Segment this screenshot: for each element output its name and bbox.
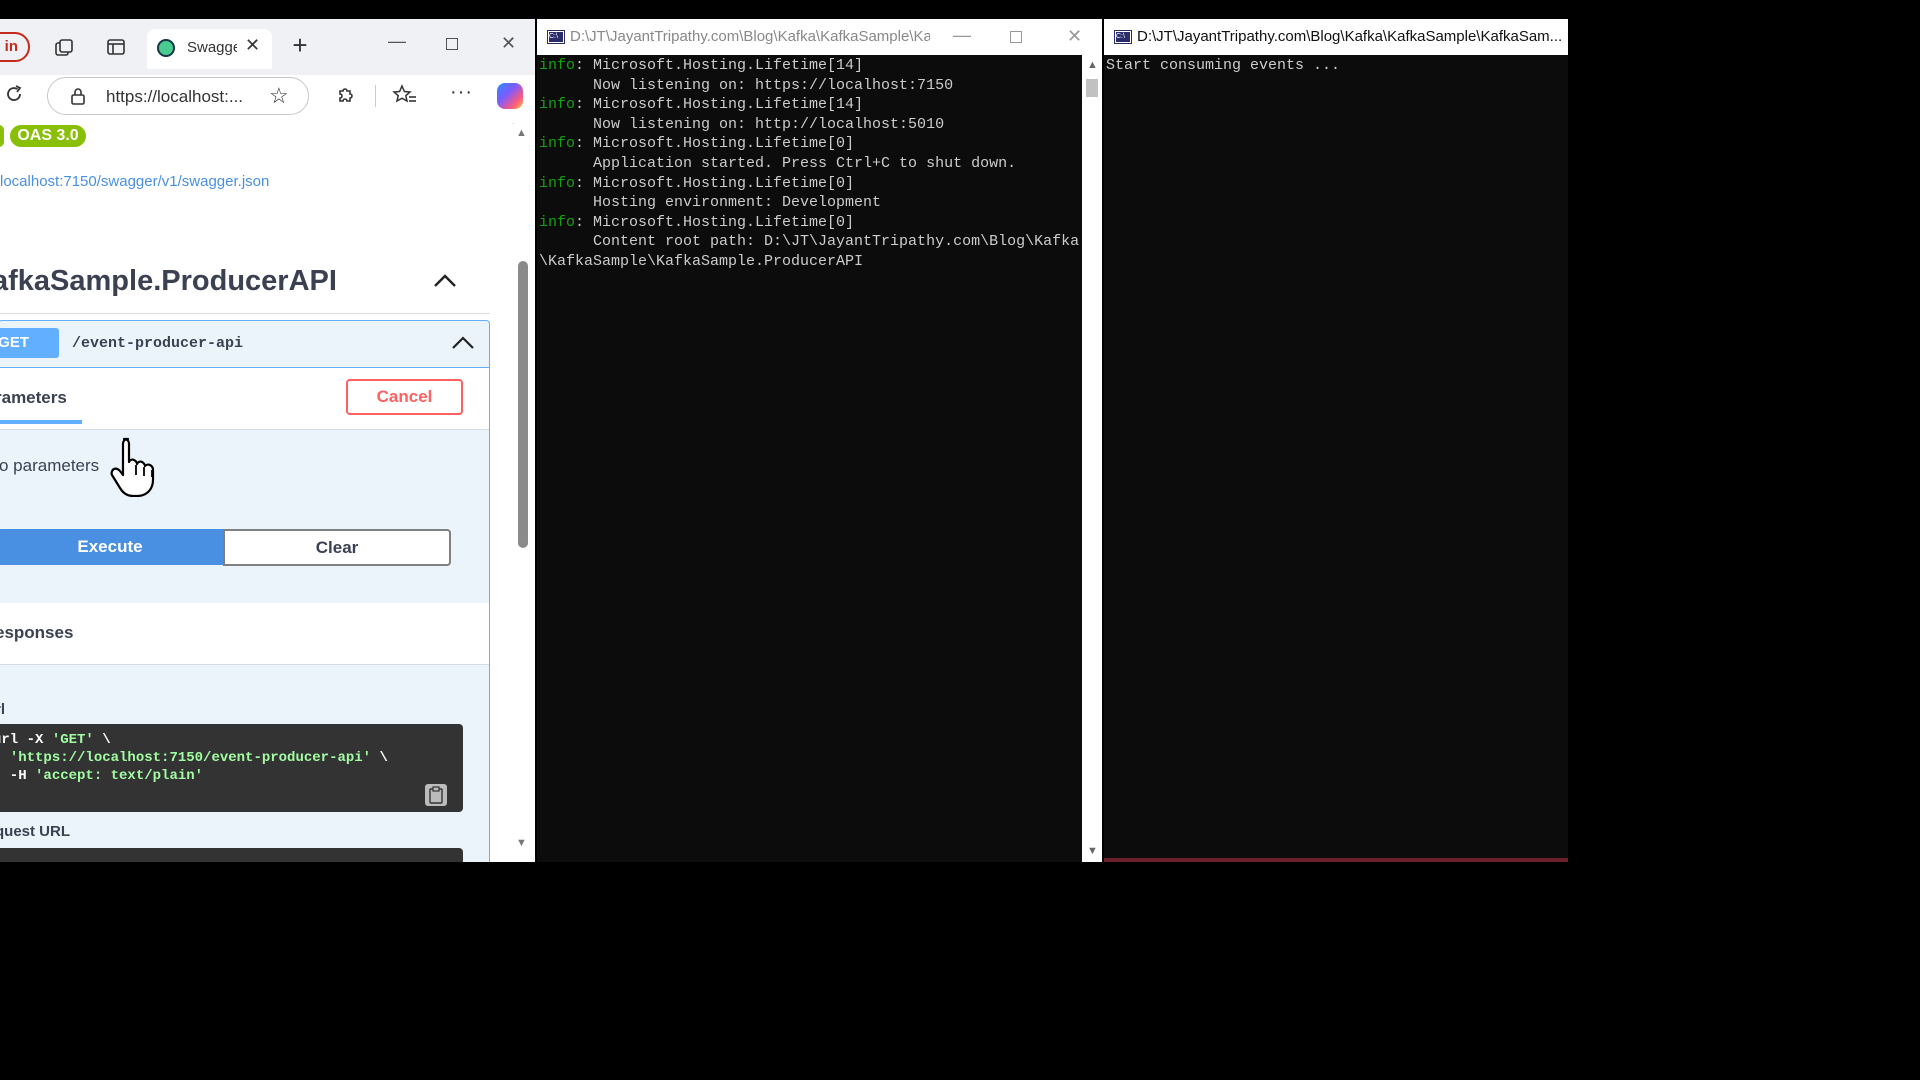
curl-line: url -X 'GET' \ — [0, 732, 111, 748]
scroll-down-icon[interactable]: ▼ — [1087, 845, 1098, 857]
scroll-up-icon[interactable]: ▲ — [1087, 59, 1098, 71]
close-window-icon[interactable]: ✕ — [501, 33, 516, 54]
tab-bar: n in Swagge ✕ + — ✕ — [0, 19, 535, 75]
no-parameters-text: o parameters — [0, 456, 100, 475]
copy-to-clipboard-icon[interactable] — [425, 784, 447, 806]
execute-button[interactable]: Execute — [0, 529, 223, 565]
close-tab-icon[interactable]: ✕ — [245, 35, 260, 56]
console-line: info: Microsoft.Hosting.Lifetime[14] — [539, 57, 864, 74]
operation-path: /event-producer-api — [72, 335, 244, 352]
tab-swagger[interactable]: Swagge ✕ — [147, 29, 272, 69]
console-line: Now listening on: http://localhost:5010 — [539, 115, 945, 133]
hand-cursor-icon — [110, 435, 166, 498]
minimize-icon[interactable]: — — [953, 25, 971, 46]
browser-window: n in Swagge ✕ + — ✕ https://localhost:..… — [0, 19, 535, 862]
sign-in-button[interactable]: n in — [0, 32, 30, 62]
swagger-ui: OAS 3.0 localhost:7150/swagger/v1/swagge… — [0, 123, 512, 862]
extensions-icon[interactable] — [334, 83, 358, 112]
api-section-title[interactable]: afkaSample.ProducerAPI — [0, 265, 337, 298]
toolbar-divider — [375, 85, 376, 107]
workspaces-icon[interactable] — [50, 37, 78, 63]
more-options-icon[interactable]: ··· — [450, 81, 473, 104]
lock-icon[interactable] — [70, 87, 86, 110]
request-url-label: quest URL — [0, 823, 70, 840]
operation-block-get: GET /event-producer-api rameters Cancel … — [0, 320, 490, 862]
console-line: Now listening on: https://localhost:7150 — [539, 76, 954, 94]
new-tab-icon[interactable]: + — [286, 32, 314, 58]
responses-title: esponses — [0, 623, 74, 642]
section-divider — [0, 313, 490, 314]
curl-line: 'https://localhost:7150/event-producer-a… — [9, 750, 388, 766]
copilot-icon[interactable] — [497, 83, 523, 109]
swagger-favicon-icon — [157, 39, 175, 57]
oas-badge: OAS 3.0 — [10, 125, 86, 147]
console-line: info: Microsoft.Hosting.Lifetime[14] — [539, 96, 864, 114]
consumer-console-window: D:\JT\JayantTripathy.com\Blog\Kafka\Kafk… — [1104, 19, 1568, 862]
curl-line: -H 'accept: text/plain' — [9, 768, 204, 784]
address-bar-row: https://localhost:... ☆ ··· — [0, 75, 535, 124]
parameters-header: rameters Cancel — [0, 368, 489, 430]
tab-actions-icon[interactable] — [102, 37, 130, 61]
console-title-bar[interactable]: D:\JT\JayantTripathy.com\Blog\Kafka\Kafk… — [537, 19, 1102, 55]
console-app-icon — [1114, 30, 1132, 44]
desktop: { "browser": { "signin_label": "n in", "… — [0, 0, 1568, 882]
favorite-star-icon[interactable]: ☆ — [269, 85, 289, 107]
console-line: info: Microsoft.Hosting.Lifetime[0] — [539, 135, 855, 153]
curl-code-block: url -X 'GET' \ 'https://localhost:7150/e… — [0, 724, 463, 812]
console-app-icon — [547, 30, 565, 44]
chevron-up-icon[interactable] — [432, 273, 458, 289]
close-window-icon[interactable]: ✕ — [1067, 26, 1082, 47]
scroll-down-icon[interactable]: ▼ — [516, 837, 527, 849]
minimize-icon[interactable]: — — [388, 31, 406, 52]
console-line: Start consuming events ... — [1106, 57, 1341, 74]
tab-title: Swagge — [187, 39, 237, 56]
console-output: Start consuming events ... — [1104, 55, 1568, 862]
refresh-icon[interactable] — [3, 83, 25, 110]
scrollbar-thumb[interactable] — [518, 261, 528, 548]
version-badge — [0, 125, 4, 147]
console-title: D:\JT\JayantTripathy.com\Blog\Kafka\Kafk… — [1137, 28, 1563, 45]
console-line: \KafkaSample\KafkaSample.ProducerAPI — [539, 253, 864, 270]
status-strip — [1104, 858, 1568, 862]
tab-parameters[interactable]: rameters — [0, 388, 67, 408]
scroll-up-icon[interactable]: ▲ — [516, 127, 527, 139]
console-line: info: Microsoft.Hosting.Lifetime[0] — [539, 213, 855, 231]
maximize-icon[interactable] — [1010, 31, 1022, 43]
spec-link[interactable]: localhost:7150/swagger/v1/swagger.json — [0, 173, 269, 190]
responses-header: esponses — [0, 603, 489, 665]
console-line: Content root path: D:\JT\JayantTripathy.… — [539, 233, 1080, 251]
console-line: Hosting environment: Development — [539, 194, 882, 212]
chevron-up-icon[interactable] — [451, 336, 475, 350]
request-url-block — [0, 848, 463, 862]
url-text[interactable]: https://localhost:... — [106, 87, 248, 107]
favorites-icon[interactable] — [392, 83, 418, 112]
console-title-bar[interactable]: D:\JT\JayantTripathy.com\Blog\Kafka\Kafk… — [1104, 19, 1568, 55]
maximize-icon[interactable] — [446, 38, 458, 50]
bottom-bar — [0, 862, 1568, 882]
console-scrollbar[interactable]: ▲ ▼ — [1082, 55, 1102, 862]
cancel-button[interactable]: Cancel — [346, 379, 463, 415]
method-badge: GET — [0, 328, 59, 358]
console-title: D:\JT\JayantTripathy.com\Blog\Kafka\Kafk… — [570, 28, 930, 45]
console-line: Application started. Press Ctrl+C to shu… — [539, 155, 1017, 172]
clear-button[interactable]: Clear — [223, 529, 451, 566]
address-bar[interactable]: https://localhost:... ☆ — [47, 77, 309, 115]
console-output: info: Microsoft.Hosting.Lifetime[14] Now… — [537, 55, 1082, 862]
tab-active-indicator — [0, 420, 82, 424]
operation-summary[interactable]: GET /event-producer-api — [0, 321, 489, 368]
producer-console-window: D:\JT\JayantTripathy.com\Blog\Kafka\Kafk… — [537, 19, 1102, 862]
scrollbar-thumb[interactable] — [1086, 79, 1098, 97]
curl-label: rl — [0, 701, 6, 718]
console-line: info: Microsoft.Hosting.Lifetime[0] — [539, 174, 855, 192]
